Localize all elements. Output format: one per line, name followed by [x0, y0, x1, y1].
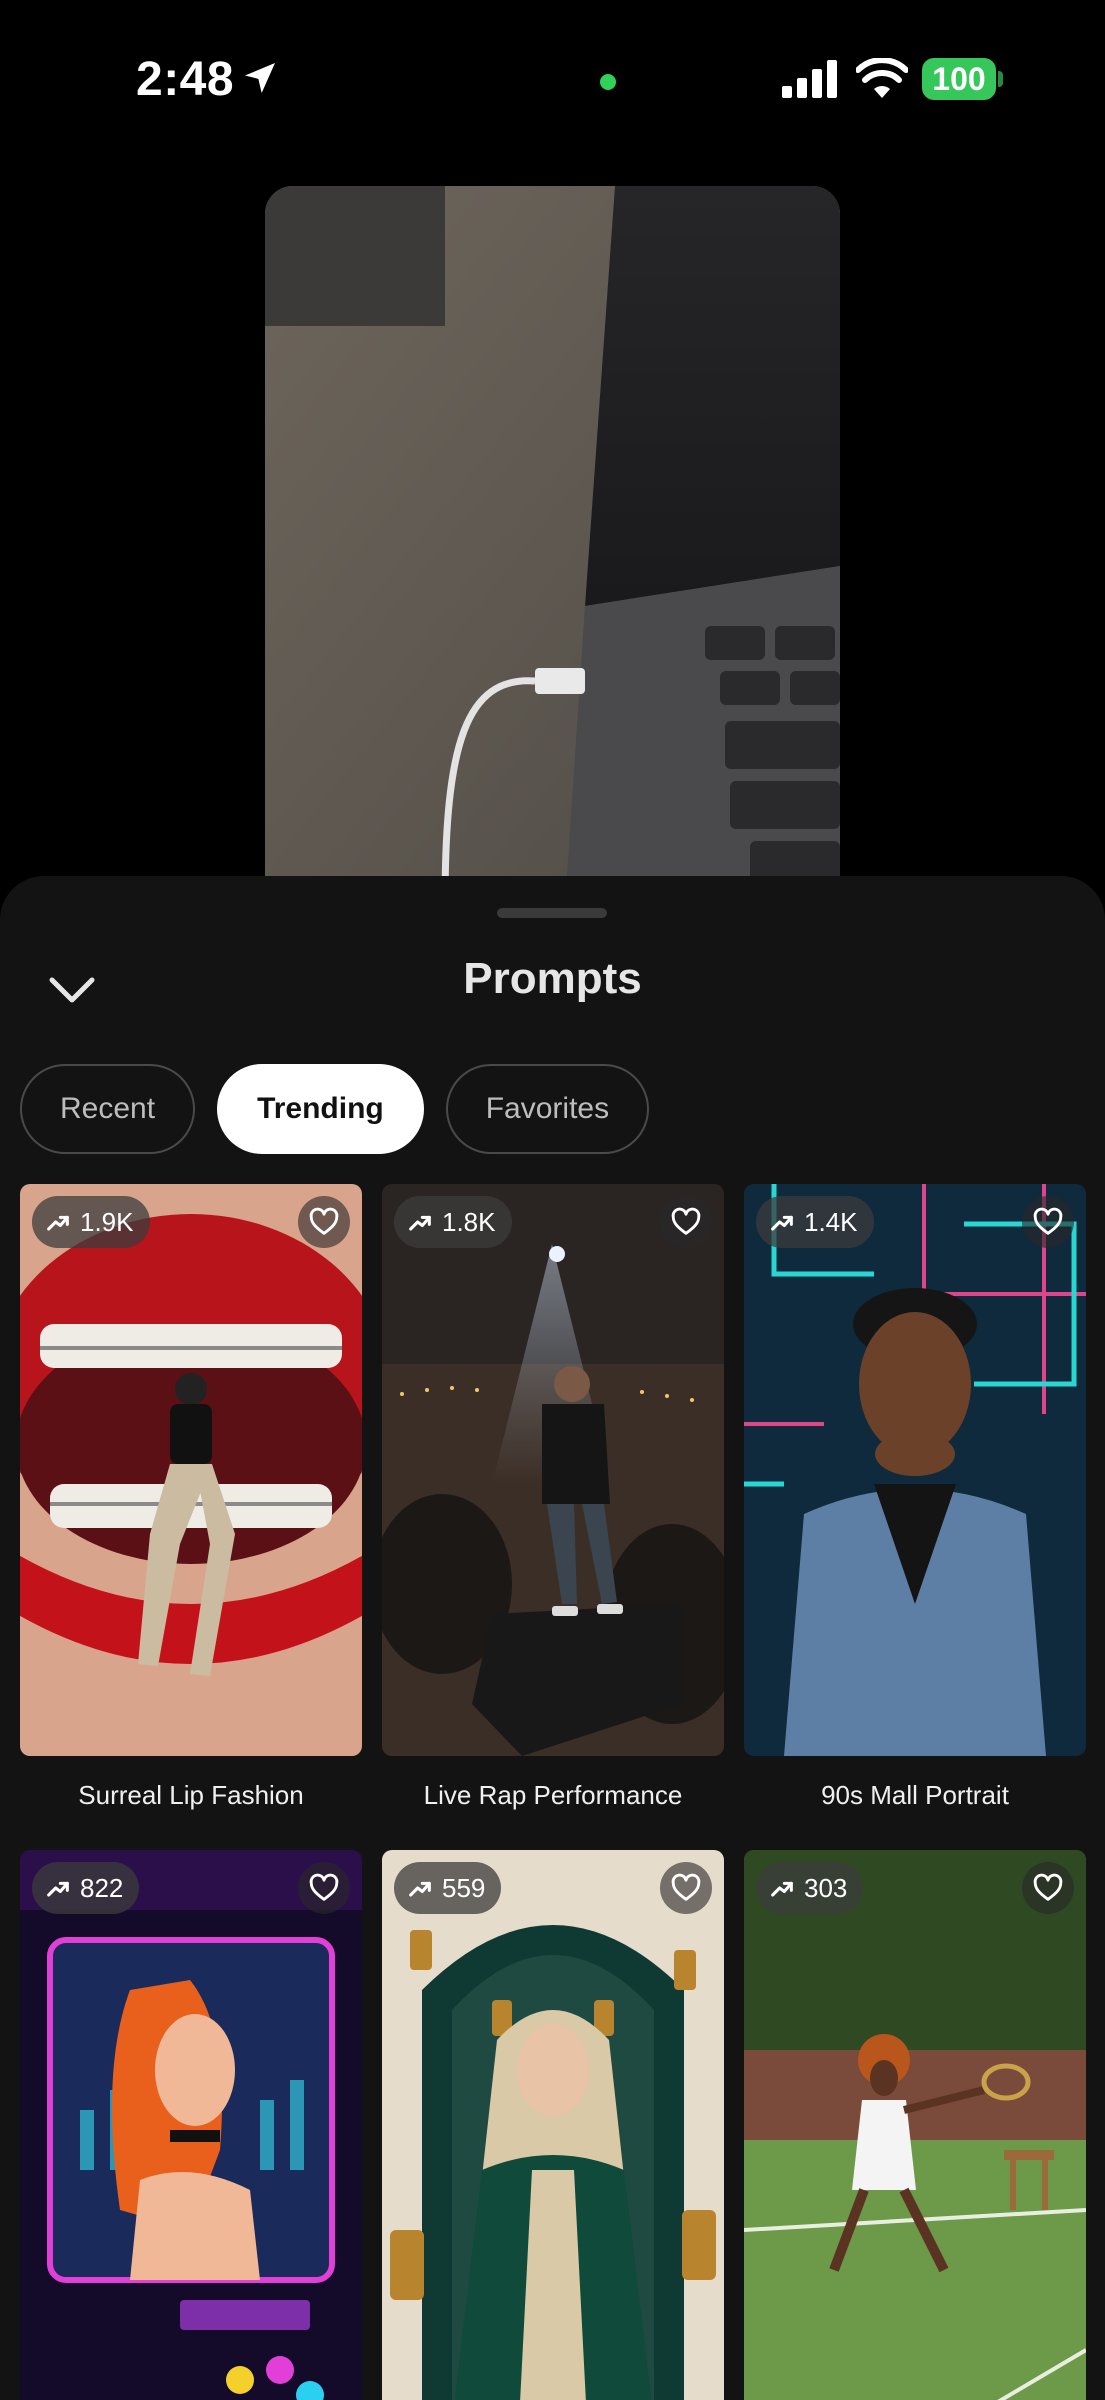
location-arrow-icon: [245, 63, 275, 93]
heart-outline-icon: [309, 1873, 339, 1901]
favorite-button[interactable]: [298, 1862, 350, 1914]
surreal-lip-image: [20, 1184, 362, 1756]
heart-outline-icon: [309, 1207, 339, 1235]
cellular-signal-icon: [782, 60, 837, 98]
battery-icon: 100: [922, 58, 1003, 100]
trending-badge: 559: [394, 1862, 502, 1914]
trending-up-icon: [409, 1881, 431, 1897]
trending-count: 1.9K: [80, 1206, 134, 1237]
mall-portrait-image: [744, 1184, 1086, 1756]
prompt-title: 90s Mall Portrait: [821, 1780, 1009, 1810]
prompt-title: Live Rap Performance: [423, 1780, 683, 1810]
tab-recent[interactable]: Recent: [20, 1064, 196, 1154]
prompts-sheet: Prompts Recent Trending Favorites 1.9K S…: [0, 876, 1105, 2400]
neon-arcade-image: [20, 1850, 362, 2400]
trending-count: 559: [442, 1872, 486, 1903]
prompt-thumbnail[interactable]: 1.4K: [744, 1184, 1086, 1756]
prompt-card[interactable]: 1.9K Surreal Lip Fashion: [20, 1184, 362, 1811]
tennis-image: [744, 1850, 1086, 2400]
heart-outline-icon: [671, 1207, 701, 1235]
prompt-title: Surreal Lip Fashion: [78, 1780, 304, 1810]
wifi-icon: [856, 58, 908, 98]
prompt-card[interactable]: 822: [20, 1850, 362, 2400]
prompt-thumbnail[interactable]: 303: [744, 1850, 1086, 2400]
prompt-tabs: Recent Trending Favorites: [20, 1064, 650, 1154]
prompt-thumbnail[interactable]: 1.8K: [382, 1184, 724, 1756]
battery-tip: [998, 71, 1003, 87]
trending-count: 822: [80, 1872, 124, 1903]
prompt-card[interactable]: 1.4K 90s Mall Portrait: [744, 1184, 1086, 1811]
prompt-thumbnail[interactable]: 1.9K: [20, 1184, 362, 1756]
trending-up-icon: [409, 1215, 431, 1231]
trending-up-icon: [771, 1881, 793, 1897]
prompt-card[interactable]: 559: [382, 1850, 724, 2400]
tab-trending[interactable]: Trending: [217, 1064, 424, 1154]
prompt-thumbnail[interactable]: 559: [382, 1850, 724, 2400]
trending-badge: 303: [756, 1862, 864, 1914]
privacy-indicator-dot: [600, 74, 616, 90]
prompt-thumbnail[interactable]: 822: [20, 1850, 362, 2400]
favorite-button[interactable]: [660, 1196, 712, 1248]
battery-level: 100: [922, 58, 996, 100]
trending-badge: 1.8K: [394, 1196, 512, 1248]
trending-count: 303: [804, 1872, 848, 1903]
trending-up-icon: [771, 1215, 793, 1231]
favorite-button[interactable]: [1022, 1862, 1074, 1914]
favorite-button[interactable]: [298, 1196, 350, 1248]
trending-badge: 1.9K: [32, 1196, 150, 1248]
prompt-card[interactable]: 303: [744, 1850, 1086, 2400]
heart-outline-icon: [1033, 1873, 1063, 1901]
status-time: 2:48: [136, 53, 235, 106]
live-rap-image: [382, 1184, 724, 1756]
sheet-title: Prompts: [463, 954, 642, 1003]
heart-outline-icon: [1033, 1207, 1063, 1235]
robe-portrait-image: [382, 1850, 724, 2400]
prompt-card[interactable]: 1.8K Live Rap Performance: [382, 1184, 724, 1811]
favorite-button[interactable]: [660, 1862, 712, 1914]
trending-count: 1.4K: [804, 1206, 858, 1237]
trending-up-icon: [47, 1881, 69, 1897]
trending-count: 1.8K: [442, 1206, 496, 1237]
favorite-button[interactable]: [1022, 1196, 1074, 1248]
tab-favorites[interactable]: Favorites: [445, 1064, 650, 1154]
trending-up-icon: [47, 1215, 69, 1231]
sheet-grabber[interactable]: [497, 908, 607, 918]
heart-outline-icon: [671, 1873, 701, 1901]
camera-preview-image: [265, 186, 840, 906]
status-bar: 2:48 100: [0, 0, 1105, 160]
trending-badge: 822: [32, 1862, 140, 1914]
camera-preview[interactable]: [265, 186, 840, 906]
trending-badge: 1.4K: [756, 1196, 874, 1248]
